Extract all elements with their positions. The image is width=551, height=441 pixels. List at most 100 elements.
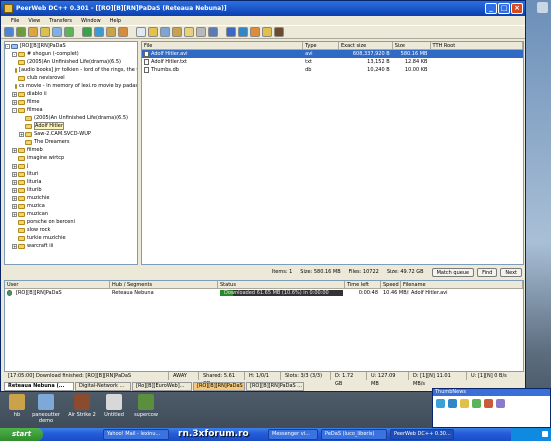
desktop-icon-untitled[interactable]: Untitled (98, 394, 130, 418)
tree-item[interactable]: + filme (5, 98, 137, 106)
tree-item[interactable]: + lituri (5, 170, 137, 178)
thumbnews-window[interactable]: ThumbNews (432, 388, 551, 428)
photo-icon[interactable] (496, 399, 505, 408)
task-peerweb[interactable]: PeerWeb DC++ 0.30... (390, 429, 454, 440)
transfer-row[interactable]: [RO][B][RN]PaDaS Reteaua Nebuna Download… (5, 289, 523, 297)
col-tth[interactable]: TTH Root (431, 42, 523, 49)
tab-digital-network[interactable]: Digital-Network ... (75, 382, 131, 391)
expand-toggle[interactable]: + (12, 171, 17, 177)
start-button[interactable]: start (0, 428, 43, 441)
expand-toggle[interactable]: + (12, 243, 17, 249)
system-log-icon[interactable] (226, 27, 236, 37)
file-list[interactable]: File Type Exact size Size TTH Root Adolf… (141, 41, 524, 265)
adl-search-icon[interactable] (148, 27, 158, 37)
tree-item[interactable]: - # shogun (-complet) (5, 50, 137, 58)
news-icon[interactable] (436, 399, 445, 408)
expand-toggle[interactable]: + (12, 163, 17, 169)
finished-uploads-icon[interactable] (118, 27, 128, 37)
tree-item[interactable]: + j (5, 162, 137, 170)
system-tray[interactable] (511, 428, 551, 441)
tree-root[interactable]: - [RO][B][RN]PaDaS (5, 42, 137, 50)
close-button[interactable]: × (511, 3, 523, 14)
volume-icon[interactable] (542, 430, 548, 437)
tree-item[interactable]: + muzica (5, 202, 137, 210)
tree-item[interactable]: slow rock (5, 226, 137, 234)
tree-item[interactable]: + lituria (5, 178, 137, 186)
tab-padas-pm[interactable]: [RO][B][RN]PaDaS ... (246, 382, 304, 391)
tree-item[interactable]: + diablo ii (5, 90, 137, 98)
col-type[interactable]: Type (303, 42, 339, 49)
col-status[interactable]: Status (218, 281, 345, 288)
task-padas[interactable]: PeDaS (luco_liberis) (321, 429, 387, 440)
title-bar[interactable]: PeerWeb DC++ 0.301 - [[RO][B][RN]PaDaS (… (1, 1, 525, 16)
tab-euroweb[interactable]: [Ro][B][EuroWeb]... (132, 382, 192, 391)
col-hub[interactable]: Hub / Segments (110, 281, 218, 288)
tree-item[interactable]: + muzichie (5, 194, 137, 202)
away-status[interactable]: AWAY (169, 372, 199, 380)
tree-item[interactable]: (2005)An Unfinished Life(drama)(6.5) (5, 114, 137, 122)
task-yahoo-mail[interactable]: Yahoo! Mail - lexinu... (103, 429, 169, 440)
expand-toggle[interactable]: + (19, 131, 24, 137)
search-icon[interactable] (136, 27, 146, 37)
music-icon[interactable] (484, 399, 493, 408)
tree-item[interactable]: + filmeb (5, 146, 137, 154)
favorite-hubs-icon[interactable] (40, 27, 50, 37)
desktop-icon-supercow[interactable]: supercow (130, 394, 162, 418)
expand-toggle[interactable]: + (12, 99, 17, 105)
col-user[interactable]: User (5, 281, 110, 288)
desktop-icon-hb[interactable]: hb (1, 394, 33, 418)
expand-toggle[interactable]: + (12, 195, 17, 201)
settings-icon[interactable] (196, 27, 206, 37)
download-queue-icon[interactable] (82, 27, 92, 37)
menu-transfers[interactable]: Transfers (49, 18, 72, 24)
file-row[interactable]: Adolf Hitler.avi avi 608,337,920 B 580.16 M… (142, 50, 523, 58)
cdm-debug-icon[interactable] (274, 27, 284, 37)
maximize-button[interactable]: □ (498, 3, 510, 14)
col-exact-size[interactable]: Exact size (339, 42, 393, 49)
match-queue-button[interactable]: Match queue (431, 267, 475, 277)
away-icon[interactable] (250, 27, 260, 37)
finished-downloads-icon[interactable] (94, 27, 104, 37)
tab-reteaua-nebuna[interactable]: Reteaua Nebuna (... (4, 382, 74, 391)
col-file[interactable]: File (142, 42, 304, 49)
tree-item[interactable]: imagine wirtcp (5, 154, 137, 162)
col-speed[interactable]: Speed (381, 281, 401, 288)
col-size[interactable]: Size (393, 42, 431, 49)
tree-item[interactable]: Adolf Hitler (5, 122, 137, 130)
expand-toggle[interactable]: + (12, 91, 17, 97)
mail-icon[interactable] (460, 399, 469, 408)
col-time-left[interactable]: Time left (345, 281, 381, 288)
tree-item[interactable]: + warcraft iii (5, 242, 137, 250)
open-file-list-icon[interactable] (172, 27, 182, 37)
desktop-icon-paneoutter[interactable]: paneoutter demo (30, 394, 62, 424)
file-row[interactable]: Thumbs.db db 10,240 B 10.00 KB (142, 66, 523, 74)
desktop-top-icon[interactable] (537, 2, 548, 13)
globe-icon[interactable] (448, 399, 457, 408)
desktop-icon-air-strike[interactable]: Air Strike 2 (66, 394, 98, 418)
search-spy-icon[interactable] (160, 27, 170, 37)
menu-file[interactable]: File (11, 18, 19, 24)
notepad-icon[interactable] (184, 27, 194, 37)
menu-window[interactable]: Window (81, 18, 101, 24)
reconnect-icon[interactable] (16, 27, 26, 37)
tree-item[interactable]: + liturib (5, 186, 137, 194)
tree-item[interactable]: club nevisrovel (5, 74, 137, 82)
expand-toggle[interactable]: - (12, 51, 17, 57)
menu-view[interactable]: View (28, 18, 40, 24)
tree-item[interactable]: The Dreamers (5, 138, 137, 146)
globe-icon[interactable] (238, 27, 248, 37)
menu-help[interactable]: Help (110, 18, 121, 24)
tab-padas-filelist[interactable]: [RO][B][RN]PaDaS (193, 382, 245, 391)
expand-toggle[interactable]: + (12, 179, 17, 185)
recent-hubs-icon[interactable] (64, 27, 74, 37)
tree-item[interactable]: porsche on berceni (5, 218, 137, 226)
next-button[interactable]: Next (500, 267, 522, 277)
follow-redirect-icon[interactable] (28, 27, 38, 37)
expand-toggle[interactable]: + (12, 203, 17, 209)
minimize-button[interactable]: _ (485, 3, 497, 14)
expand-toggle[interactable]: + (12, 211, 17, 217)
tree-item[interactable]: (2005)An Unfinished Life(drama)(6.5) (5, 58, 137, 66)
transfers-panel[interactable]: User Hub / Segments Status Time left Spe… (4, 280, 524, 372)
tree-item[interactable]: turkie muzichie (5, 234, 137, 242)
expand-toggle[interactable]: + (12, 187, 17, 193)
